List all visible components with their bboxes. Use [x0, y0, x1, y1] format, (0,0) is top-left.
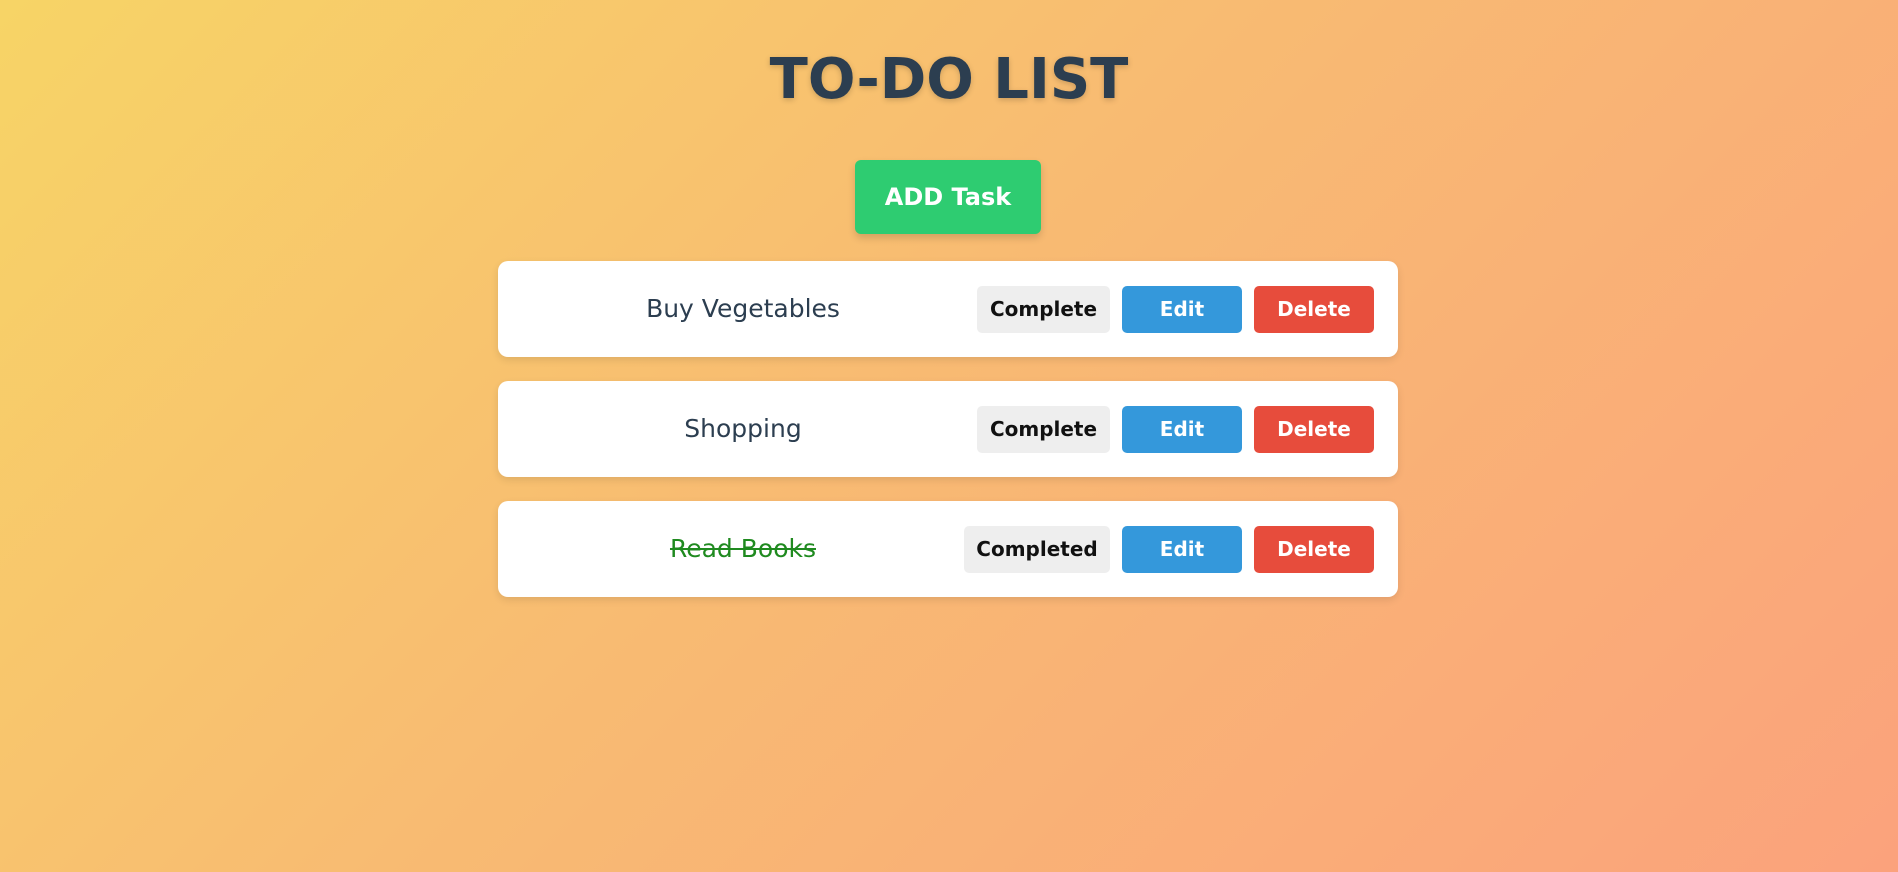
- task-text: Buy Vegetables: [646, 294, 840, 323]
- task-item: Shopping Complete Edit Delete: [498, 381, 1398, 477]
- task-actions: Completed Edit Delete: [964, 525, 1374, 573]
- delete-button[interactable]: Delete: [1254, 285, 1374, 333]
- edit-button[interactable]: Edit: [1122, 525, 1242, 573]
- complete-button[interactable]: Complete: [977, 405, 1110, 453]
- task-text: Read Books: [669, 534, 816, 563]
- task-text: Shopping: [684, 414, 802, 443]
- task-actions: Complete Edit Delete: [977, 405, 1374, 453]
- todo-app: TO-DO LIST ADD Task Buy Vegetables Compl…: [0, 0, 1898, 872]
- task-item: Buy Vegetables Complete Edit Delete: [498, 261, 1398, 357]
- add-task-button[interactable]: ADD Task: [855, 160, 1041, 234]
- task-item: Read Books Completed Edit Delete: [498, 501, 1398, 597]
- task-actions: Complete Edit Delete: [977, 285, 1374, 333]
- edit-button[interactable]: Edit: [1122, 405, 1242, 453]
- task-list: Buy Vegetables Complete Edit Delete Shop…: [498, 261, 1398, 621]
- completed-button[interactable]: Completed: [964, 525, 1110, 573]
- edit-button[interactable]: Edit: [1122, 285, 1242, 333]
- page-title: TO-DO LIST: [769, 47, 1129, 112]
- complete-button[interactable]: Complete: [977, 285, 1110, 333]
- delete-button[interactable]: Delete: [1254, 405, 1374, 453]
- delete-button[interactable]: Delete: [1254, 525, 1374, 573]
